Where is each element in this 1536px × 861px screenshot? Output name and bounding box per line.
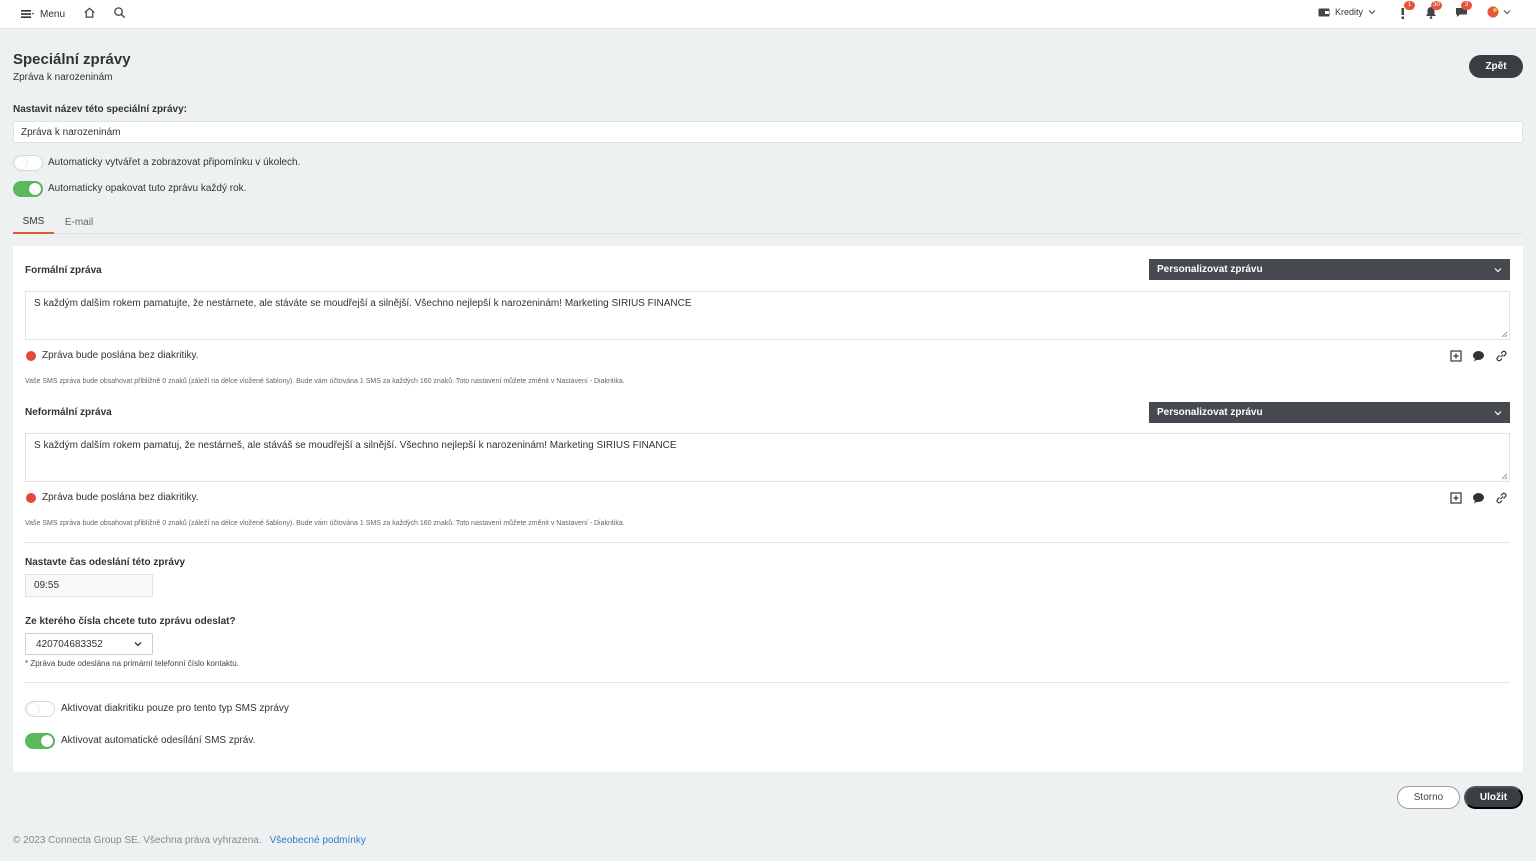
message-name-label: Nastavit název této speciální zprávy: xyxy=(13,104,187,115)
toggle-knob xyxy=(15,157,27,169)
messages-badge: 3 xyxy=(1461,1,1472,10)
sender-number-select[interactable]: 420704683352 xyxy=(25,633,153,655)
resize-grip-icon[interactable] xyxy=(1501,473,1508,480)
tab-sms[interactable]: SMS xyxy=(13,210,54,234)
insert-template-icon[interactable] xyxy=(1450,492,1462,504)
diacritics-toggle-label: Aktivovat diakritiku pouze pro tento typ… xyxy=(61,703,289,714)
auto-send-toggle[interactable] xyxy=(25,733,55,749)
formal-message-label: Formální zpráva xyxy=(25,265,102,276)
credits-menu[interactable]: Kredity xyxy=(1318,7,1376,17)
messages-button[interactable]: 3 xyxy=(1455,1,1472,21)
credits-label: Kredity xyxy=(1335,7,1364,17)
section-divider xyxy=(25,542,1510,543)
comment-icon[interactable] xyxy=(1472,350,1485,362)
sender-note: * Zpráva bude odeslána na primární telef… xyxy=(25,659,239,668)
reminder-toggle[interactable] xyxy=(13,155,43,171)
reminder-toggle-label: Automaticky vytvářet a zobrazovat připom… xyxy=(48,157,301,168)
formal-action-icons xyxy=(1450,350,1508,362)
avatar-icon xyxy=(1487,6,1499,18)
chevron-down-icon xyxy=(1494,410,1502,415)
copyright-text: © 2023 Connecta Group SE. Všechna práva … xyxy=(13,835,262,846)
page-title: Speciální zprávy xyxy=(13,51,131,68)
cancel-button[interactable]: Storno xyxy=(1397,786,1460,809)
sender-number-value: 420704683352 xyxy=(36,638,103,650)
menu-label: Menu xyxy=(40,8,66,20)
notifications-badge: 30 xyxy=(1431,1,1442,10)
warning-dot xyxy=(26,350,36,361)
informal-message-textarea[interactable]: S každým dalším rokem pamatuj, že nestár… xyxy=(25,433,1510,482)
chevron-down-icon xyxy=(1494,267,1502,272)
sender-number-label: Ze kterého čísla chcete tuto zprávu odes… xyxy=(25,616,236,627)
user-menu[interactable] xyxy=(1487,6,1511,18)
formal-message-textarea[interactable]: S každým dalším rokem pamatujte, že nest… xyxy=(25,291,1510,340)
chevron-down-icon xyxy=(1503,10,1511,15)
section-divider xyxy=(25,682,1510,683)
formal-diacritics-warning: Zpráva bude poslána bez diakritiky. xyxy=(26,350,199,361)
informal-personalize-dropdown[interactable]: Personalizovat zprávu xyxy=(1149,402,1510,423)
hamburger-icon xyxy=(21,10,34,18)
home-icon[interactable] xyxy=(83,6,96,19)
message-name-input[interactable] xyxy=(13,121,1523,143)
auto-send-toggle-label: Aktivovat automatické odesílání SMS zprá… xyxy=(61,735,256,746)
link-icon[interactable] xyxy=(1495,350,1508,362)
chevron-down-icon xyxy=(1368,10,1376,15)
warning-dot xyxy=(26,492,36,503)
back-button[interactable]: Zpět xyxy=(1469,55,1523,78)
send-time-label: Nastavte čas odeslání této zprávy xyxy=(25,557,186,568)
informal-message-label: Neformální zpráva xyxy=(25,407,112,418)
footer: © 2023 Connecta Group SE. Všechna práva … xyxy=(13,835,366,846)
toggle-knob xyxy=(41,735,53,747)
terms-link[interactable]: Všeobecné podmínky xyxy=(270,835,366,846)
personalize-label: Personalizovat zprávu xyxy=(1157,407,1263,418)
wallet-icon xyxy=(1318,8,1330,17)
sms-settings-card: Formální zpráva Personalizovat zprávu S … xyxy=(13,246,1523,772)
insert-template-icon[interactable] xyxy=(1450,350,1462,362)
alert-badge: 1 xyxy=(1404,1,1415,10)
notifications-button[interactable]: 30 xyxy=(1425,1,1442,22)
repeat-toggle-label: Automaticky opakovat tuto zprávu každý r… xyxy=(48,183,247,194)
informal-warning-text: Zpráva bude poslána bez diakritiky. xyxy=(42,492,199,503)
informal-action-icons xyxy=(1450,492,1508,504)
send-time-input[interactable]: 09:55 xyxy=(25,574,153,597)
informal-message-text: S každým dalším rokem pamatuj, že nestár… xyxy=(34,440,677,451)
save-button[interactable]: Uložit xyxy=(1464,786,1523,809)
chevron-down-icon xyxy=(134,642,142,647)
formal-personalize-dropdown[interactable]: Personalizovat zprávu xyxy=(1149,259,1510,280)
tab-email[interactable]: E-mail xyxy=(61,210,97,234)
toggle-knob xyxy=(27,703,39,715)
top-bar: Menu Kredity 1 30 3 xyxy=(0,0,1536,29)
search-icon[interactable] xyxy=(113,6,126,19)
toggle-knob xyxy=(29,183,41,195)
channel-tabs: SMS E-mail xyxy=(13,210,1523,234)
link-icon[interactable] xyxy=(1495,492,1508,504)
alert-button[interactable]: 1 xyxy=(1398,1,1415,23)
diacritics-toggle[interactable] xyxy=(25,701,55,717)
informal-diacritics-warning: Zpráva bude poslána bez diakritiky. xyxy=(26,492,199,503)
resize-grip-icon[interactable] xyxy=(1501,331,1508,338)
comment-icon[interactable] xyxy=(1472,492,1485,504)
menu-button[interactable]: Menu xyxy=(21,6,65,22)
repeat-toggle[interactable] xyxy=(13,181,43,197)
formal-warning-text: Zpráva bude poslána bez diakritiky. xyxy=(42,350,199,361)
personalize-label: Personalizovat zprávu xyxy=(1157,264,1263,275)
page-subtitle: Zpráva k narozeninám xyxy=(13,72,113,83)
formal-sms-note: Vaše SMS zpráva bude obsahovat přibližně… xyxy=(25,378,625,385)
informal-sms-note: Vaše SMS zpráva bude obsahovat přibližně… xyxy=(25,520,625,527)
formal-message-text: S každým dalším rokem pamatujte, že nest… xyxy=(34,298,692,309)
